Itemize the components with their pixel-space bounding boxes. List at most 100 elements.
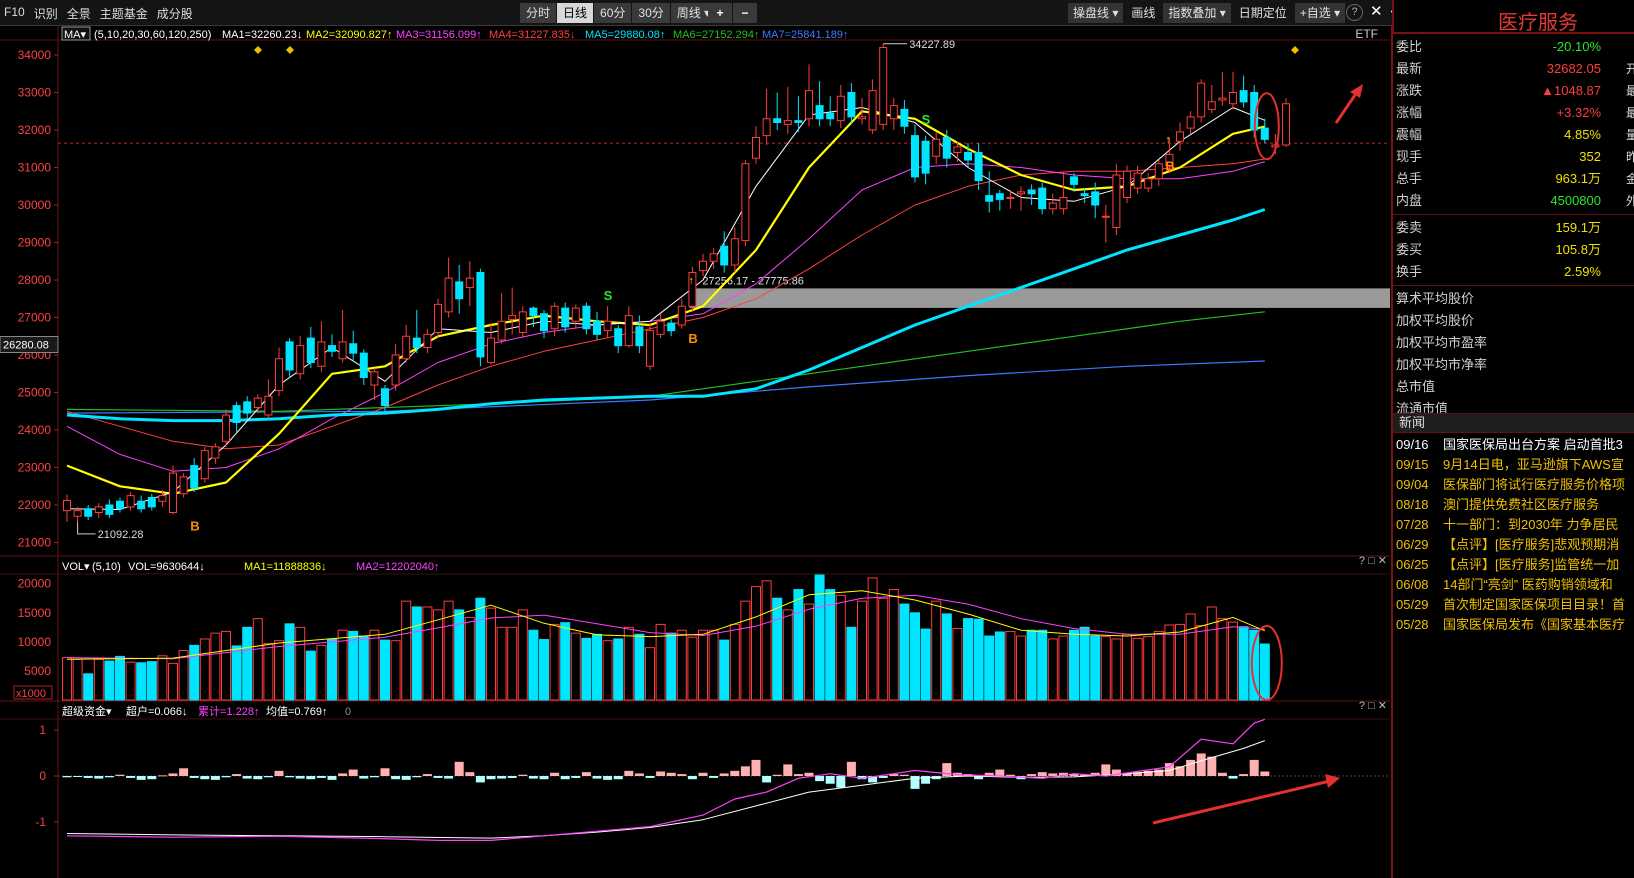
indicator-item[interactable]: 加权平均市净率 xyxy=(1393,354,1634,376)
date-locate-button[interactable]: 日期定位 xyxy=(1234,3,1292,23)
zoom-in-button[interactable]: + xyxy=(708,3,732,23)
fund-bar xyxy=(295,776,305,779)
fund-bar xyxy=(263,776,273,778)
candle-body xyxy=(974,152,983,182)
indicator-item[interactable]: 总市值 xyxy=(1393,376,1634,398)
fund-bar xyxy=(730,770,740,776)
volume-bar xyxy=(1206,606,1217,701)
zoom-out-button[interactable]: − xyxy=(733,3,757,23)
add-watchlist-dropdown[interactable]: +自选 ▾ xyxy=(1294,3,1346,23)
price-tick-label: 23000 xyxy=(18,461,52,475)
news-item[interactable]: 09/16 国家医保局出台方案 启动首批3 xyxy=(1393,435,1634,455)
period-tab-60min[interactable]: 60分 xyxy=(594,3,632,23)
fund-bar xyxy=(677,774,687,776)
ma-legend-item: MA2=32090.827↑ xyxy=(306,29,393,41)
candle-body xyxy=(529,307,538,317)
volume-bar xyxy=(475,597,486,701)
fund-bar xyxy=(433,776,443,778)
quote-label: 最新 xyxy=(1396,61,1423,76)
news-item[interactable]: 07/28 十一部门：到2030年 力争居民 xyxy=(1393,515,1634,535)
ma-indicator-selector: MA▾ xyxy=(64,29,87,41)
menu-theme-fund[interactable]: 主题基金 xyxy=(100,5,148,22)
volume-bar xyxy=(295,626,306,701)
news-title: 十一部门：到2030年 力争居民 xyxy=(1443,517,1619,532)
ma-legend-item: MA7=25841.189↑ xyxy=(762,29,849,41)
price-tick-label: 30000 xyxy=(18,198,52,212)
fund-bar xyxy=(613,776,623,780)
news-item[interactable]: 05/28 国家医保局发布《国家基本医疗 xyxy=(1393,615,1634,635)
draw-line-button[interactable]: 画线 xyxy=(1126,3,1160,23)
volume-bar xyxy=(729,623,740,701)
fund-bar xyxy=(581,772,591,776)
news-item[interactable]: 09/15 9月14日电，亚马逊旗下AWS宣 xyxy=(1393,455,1634,475)
fund-bar xyxy=(815,776,825,782)
price-tick-label: 33000 xyxy=(18,86,52,100)
news-item[interactable]: 06/25 【点评】[医疗服务]监管统一加 xyxy=(1393,555,1634,575)
news-title: 国家医保局出台方案 启动首批3 xyxy=(1443,437,1623,452)
fund-bar xyxy=(1196,753,1206,776)
volume-bar xyxy=(369,629,380,701)
indicator-item[interactable]: 加权平均市盈率 xyxy=(1393,332,1634,354)
menu-f10[interactable]: F10 xyxy=(4,5,25,22)
candle-body xyxy=(720,245,729,266)
volume-bar xyxy=(846,626,857,701)
news-title: 医保部门将试行医疗服务价格项 xyxy=(1443,477,1626,492)
fund-bar xyxy=(136,776,146,780)
order-value: 159.1万 xyxy=(1555,220,1601,235)
zoom-controls: + − xyxy=(708,3,758,23)
fund-bar xyxy=(1186,759,1196,776)
period-tab-daily[interactable]: 日线 xyxy=(557,3,594,23)
vol-tick-label: 10000 xyxy=(18,635,52,649)
candle-body xyxy=(497,320,506,341)
fund-bar xyxy=(391,776,401,780)
news-item[interactable]: 08/18 澳门提供免费社区医疗服务 xyxy=(1393,495,1634,515)
volume-bar xyxy=(857,600,867,701)
news-item[interactable]: 09/04 医保部门将试行医疗服务价格项 xyxy=(1393,475,1634,495)
quote-unit-label: 量 xyxy=(1626,128,1634,142)
volume-bar xyxy=(1217,618,1228,701)
volume-bar xyxy=(305,650,316,701)
volume-bar xyxy=(719,639,730,701)
news-item[interactable]: 06/08 14部门“亮剑” 医药购销领域和 xyxy=(1393,575,1634,595)
vol-unit-label: x1000 xyxy=(16,688,46,700)
candle-body xyxy=(826,112,835,120)
indicator-item[interactable]: 算术平均股价 xyxy=(1393,288,1634,310)
vol-legend-item: MA2=12202040↑ xyxy=(356,561,439,573)
volume-bar xyxy=(62,657,72,701)
volume-bar xyxy=(486,607,496,701)
menu-constituents[interactable]: 成分股 xyxy=(157,5,193,22)
menu-overview[interactable]: 全景 xyxy=(67,5,91,22)
help-icon[interactable]: ? xyxy=(1346,4,1363,21)
volume-bar xyxy=(676,629,687,701)
signal-buy-marker: B xyxy=(190,519,199,534)
menu-identify[interactable]: 识别 xyxy=(34,5,58,22)
ma-legend-item: MA5=29880.08↑ xyxy=(585,29,665,41)
news-date: 07/28 xyxy=(1396,517,1429,532)
indicator-item[interactable]: 加权平均股价 xyxy=(1393,310,1634,332)
high-price-label: 34227.89 xyxy=(909,39,955,51)
candle-body xyxy=(1154,163,1163,180)
news-item[interactable]: 06/29 【点评】[医疗服务]悲观预期消 xyxy=(1393,535,1634,555)
period-tab-intraday[interactable]: 分时 xyxy=(520,3,557,23)
volume-bar xyxy=(740,600,751,701)
volume-bar xyxy=(994,631,1005,701)
period-tab-30min[interactable]: 30分 xyxy=(632,3,670,23)
candle-body xyxy=(147,497,156,508)
close-icon[interactable]: ✕ xyxy=(1370,2,1383,20)
fund-bar xyxy=(772,774,782,776)
order-row: 委买 105.8万 xyxy=(1393,239,1634,261)
trading-line-dropdown[interactable]: 操盘线 ▾ xyxy=(1068,3,1124,23)
fund-bar xyxy=(921,776,931,784)
quote-value: 352 xyxy=(1579,149,1601,164)
volume-bar xyxy=(1196,625,1207,701)
candle-body xyxy=(847,92,856,118)
vol-tick-label: 20000 xyxy=(18,577,52,591)
fund-bar xyxy=(486,776,496,780)
volume-bar xyxy=(1037,629,1048,701)
news-item[interactable]: 05/29 首次制定国家医保项目目录！首 xyxy=(1393,595,1634,615)
news-header[interactable]: 新闻 xyxy=(1393,413,1634,433)
volume-bar xyxy=(1143,636,1154,701)
index-overlay-dropdown[interactable]: 指数叠加 ▾ xyxy=(1163,3,1231,23)
candle-body xyxy=(243,401,252,414)
chart-area[interactable]: 34000 33000 32000 31000 30000 29000 28000 27000… xyxy=(0,26,1390,878)
